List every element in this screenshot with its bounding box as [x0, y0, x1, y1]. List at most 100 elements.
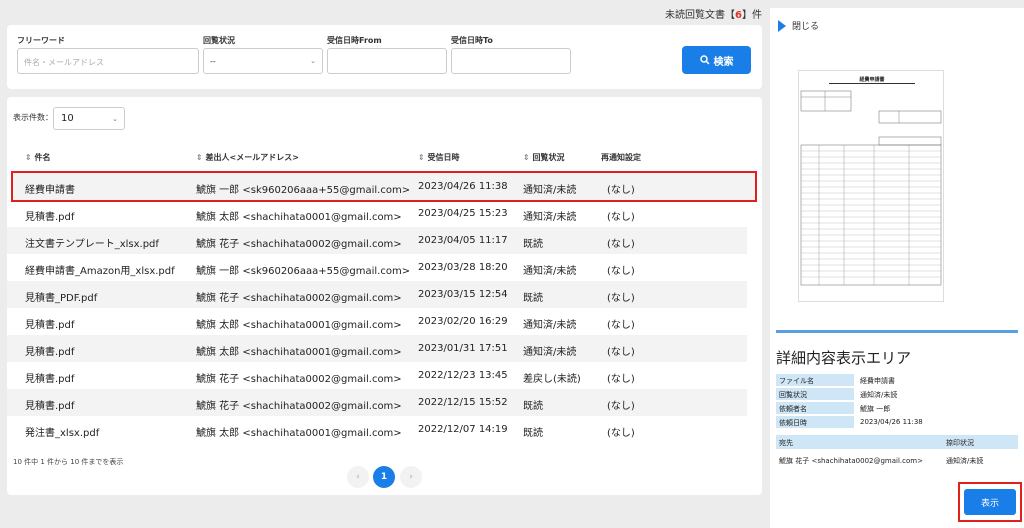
- detail-key: 依頼者名: [776, 402, 854, 414]
- row-status: 通知済/未読: [523, 347, 577, 358]
- row-sender: 鯱旗 一郎 <sk960206aaa+55@gmail.com>: [196, 185, 411, 196]
- date-to-input[interactable]: [451, 48, 571, 74]
- page-button-current[interactable]: 1: [373, 466, 395, 488]
- row-renotify: (なし): [607, 401, 635, 412]
- document-list-panel: 表示件数： 10 ⌄ ⇕ 件名 ⇕ 差出人<メールアドレス> ⇕ 受信日時 ⇕ …: [7, 97, 762, 495]
- detail-field: ファイル名 経費申請書: [776, 374, 1018, 386]
- table-row[interactable]: 見積書.pdf 鯱旗 花子 <shachihata0002@gmail.com> 2…: [7, 389, 747, 416]
- detail-title: 詳細内容表示エリア: [776, 349, 912, 367]
- table-row[interactable]: 見積書.pdf 鯱旗 太郎 <shachihata0001@gmail.com> 2…: [7, 335, 747, 362]
- col-status[interactable]: ⇕ 回覧状況: [523, 152, 565, 163]
- row-date: 2023/02/20 16:29: [418, 316, 508, 327]
- document-thumbnail: 経費申請書: [798, 70, 944, 302]
- status-filter-label: 回覧状況: [203, 36, 235, 45]
- row-status: 既読: [523, 428, 543, 439]
- row-date: 2023/03/15 12:54: [418, 289, 508, 300]
- col-sender[interactable]: ⇕ 差出人<メールアドレス>: [196, 152, 299, 163]
- document-form-graphic: [800, 90, 942, 286]
- freeword-input[interactable]: 件名・メールアドレス: [17, 48, 199, 74]
- detail-value: 鯱旗 一郎: [860, 405, 891, 413]
- row-subject: 発注書_xlsx.pdf: [25, 428, 100, 439]
- col-date[interactable]: ⇕ 受信日時: [418, 152, 460, 163]
- recipient-status-value: 通知済/未読: [946, 457, 984, 465]
- close-label: 閉じる: [792, 22, 820, 32]
- detail-field: 依頼者名 鯱旗 一郎: [776, 402, 1018, 414]
- prev-page-button[interactable]: ‹: [347, 466, 369, 488]
- detail-key: 依頼日時: [776, 416, 854, 428]
- caret-right-icon: [778, 19, 786, 32]
- sort-icon: ⇕: [196, 153, 206, 162]
- row-sender: 鯱旗 花子 <shachihata0002@gmail.com>: [196, 239, 402, 250]
- row-subject: 見積書.pdf: [25, 401, 75, 412]
- status-filter-select[interactable]: -- ⌄: [203, 48, 323, 74]
- row-subject: 見積書_PDF.pdf: [25, 293, 98, 304]
- status-filter-value: --: [210, 57, 216, 66]
- date-to-label: 受信日時To: [451, 36, 493, 45]
- table-row[interactable]: 発注書_xlsx.pdf 鯱旗 太郎 <shachihata0001@gmail.…: [7, 416, 747, 443]
- row-renotify: (なし): [607, 293, 635, 304]
- row-subject: 経費申請書: [25, 185, 75, 196]
- recipient-value: 鯱旗 花子 <shachihata0002@gmail.com>: [779, 457, 923, 465]
- row-sender: 鯱旗 花子 <shachihata0002@gmail.com>: [196, 374, 402, 385]
- detail-field: 回覧状況 通知済/未読: [776, 388, 1018, 400]
- close-panel-button[interactable]: 閉じる: [778, 19, 819, 32]
- row-subject: 見積書.pdf: [25, 320, 75, 331]
- table-row[interactable]: 注文書テンプレート_xlsx.pdf 鯱旗 花子 <shachihata0002@…: [7, 227, 747, 254]
- row-sender: 鯱旗 太郎 <shachihata0001@gmail.com>: [196, 428, 402, 439]
- row-status: 既読: [523, 293, 543, 304]
- table-row[interactable]: 見積書.pdf 鯱旗 太郎 <shachihata0001@gmail.com> 2…: [7, 200, 747, 227]
- sort-icon: ⇕: [25, 153, 35, 162]
- row-renotify: (なし): [607, 428, 635, 439]
- sort-icon: ⇕: [523, 153, 533, 162]
- col-renotify: 再通知設定: [601, 153, 641, 162]
- row-subject: 経費申請書_Amazon用_xlsx.pdf: [25, 266, 175, 277]
- row-status: 通知済/未読: [523, 266, 577, 277]
- row-sender: 鯱旗 花子 <shachihata0002@gmail.com>: [196, 401, 402, 412]
- row-date: 2023/01/31 17:51: [418, 343, 508, 354]
- row-status: 差戻し(未読): [523, 374, 581, 385]
- row-status: 既読: [523, 239, 543, 250]
- row-subject: 見積書.pdf: [25, 374, 75, 385]
- per-page-label: 表示件数：: [13, 113, 53, 122]
- row-date: 2022/12/15 15:52: [418, 397, 508, 408]
- table-row[interactable]: 経費申請書_Amazon用_xlsx.pdf 鯱旗 一郎 <sk960206aaa…: [7, 254, 747, 281]
- row-status: 通知済/未読: [523, 320, 577, 331]
- table-row[interactable]: 見積書.pdf 鯱旗 太郎 <shachihata0001@gmail.com> 2…: [7, 308, 747, 335]
- freeword-label: フリーワード: [17, 36, 65, 45]
- search-button[interactable]: 検索: [682, 46, 751, 74]
- row-renotify: (なし): [607, 347, 635, 358]
- detail-value: 2023/04/26 11:38: [860, 418, 923, 426]
- row-date: 2023/03/28 18:20: [418, 262, 508, 273]
- row-subject: 見積書.pdf: [25, 212, 75, 223]
- table-row[interactable]: 経費申請書 鯱旗 一郎 <sk960206aaa+55@gmail.com> 202…: [11, 171, 757, 202]
- row-renotify: (なし): [607, 374, 635, 385]
- table-row[interactable]: 見積書_PDF.pdf 鯱旗 花子 <shachihata0002@gmail.c…: [7, 281, 747, 308]
- row-status: 既読: [523, 401, 543, 412]
- date-from-input[interactable]: [327, 48, 447, 74]
- row-date: 2023/04/05 11:17: [418, 235, 508, 246]
- unread-label-post: 】件: [742, 10, 762, 21]
- date-from-label: 受信日時From: [327, 36, 382, 45]
- chevron-down-icon: ⌄: [112, 115, 118, 123]
- col-subject[interactable]: ⇕ 件名: [25, 152, 51, 163]
- table-row[interactable]: 見積書.pdf 鯱旗 花子 <shachihata0002@gmail.com> 2…: [7, 362, 747, 389]
- chevron-right-icon: ›: [409, 472, 413, 482]
- row-status: 通知済/未読: [523, 185, 577, 196]
- pagination-info: 10 件中 1 件から 10 件までを表示: [13, 458, 124, 466]
- sort-icon: ⇕: [418, 153, 428, 162]
- row-sender: 鯱旗 太郎 <shachihata0001@gmail.com>: [196, 320, 402, 331]
- detail-value: 経費申請書: [860, 377, 895, 385]
- per-page-value: 10: [61, 113, 74, 124]
- row-date: 2023/04/26 11:38: [418, 181, 508, 192]
- preview-panel: 閉じる 経費申請書 詳細内容表示エリア ファイル名 経費申請書 回覧状況 通知済/未…: [770, 8, 1024, 528]
- recipient-header: 宛先 捺印状況: [776, 435, 1018, 449]
- row-renotify: (なし): [607, 320, 635, 331]
- row-date: 2022/12/23 13:45: [418, 370, 508, 381]
- unread-counter: 未読回覧文書【6】件: [665, 6, 762, 21]
- row-renotify: (なし): [607, 239, 635, 250]
- row-sender: 鯱旗 一郎 <sk960206aaa+55@gmail.com>: [196, 266, 411, 277]
- next-page-button[interactable]: ›: [400, 466, 422, 488]
- show-button[interactable]: 表示: [964, 489, 1016, 515]
- per-page-select[interactable]: 10 ⌄: [53, 107, 125, 130]
- row-date: 2023/04/25 15:23: [418, 208, 508, 219]
